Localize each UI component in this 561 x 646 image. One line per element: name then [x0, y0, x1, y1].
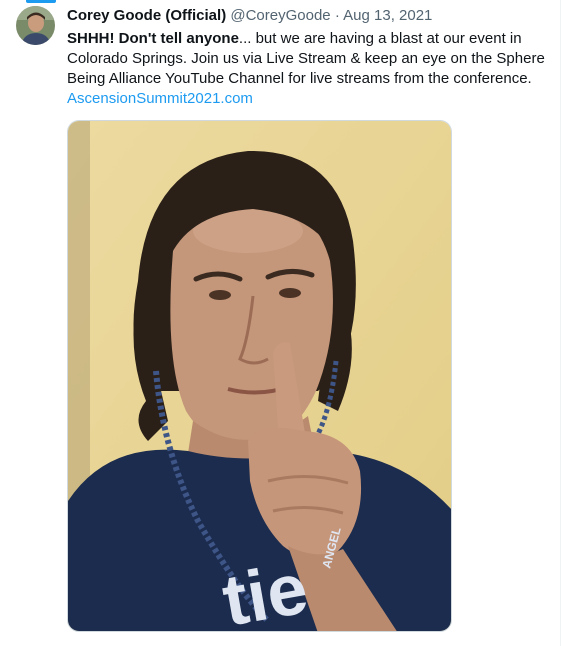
- display-name[interactable]: Corey Goode (Official): [67, 7, 226, 24]
- tweet-link[interactable]: AscensionSummit2021.com: [67, 89, 253, 109]
- tweet-photo[interactable]: tie ANGEL: [67, 120, 452, 632]
- tweet-header: Corey Goode (Official) @CoreyGoode · Aug…: [67, 6, 553, 26]
- tweet-date[interactable]: Aug 13, 2021: [343, 7, 432, 24]
- avatar-image: [16, 6, 55, 45]
- thread-accent-bar: [26, 0, 56, 3]
- header-separator: ·: [334, 7, 340, 24]
- tweet-card[interactable]: Corey Goode (Official) @CoreyGoode · Aug…: [0, 0, 561, 646]
- user-handle[interactable]: @CoreyGoode: [230, 7, 330, 24]
- photo-image: tie ANGEL: [68, 121, 451, 632]
- tweet-text-bold: SHHH! Don't tell anyone: [67, 30, 239, 47]
- shirt-print: tie: [217, 548, 314, 632]
- tweet-text: SHHH! Don't tell anyone... but we are ha…: [67, 29, 549, 109]
- tweet-content: Corey Goode (Official) @CoreyGoode · Aug…: [67, 6, 553, 109]
- avatar[interactable]: [16, 6, 55, 45]
